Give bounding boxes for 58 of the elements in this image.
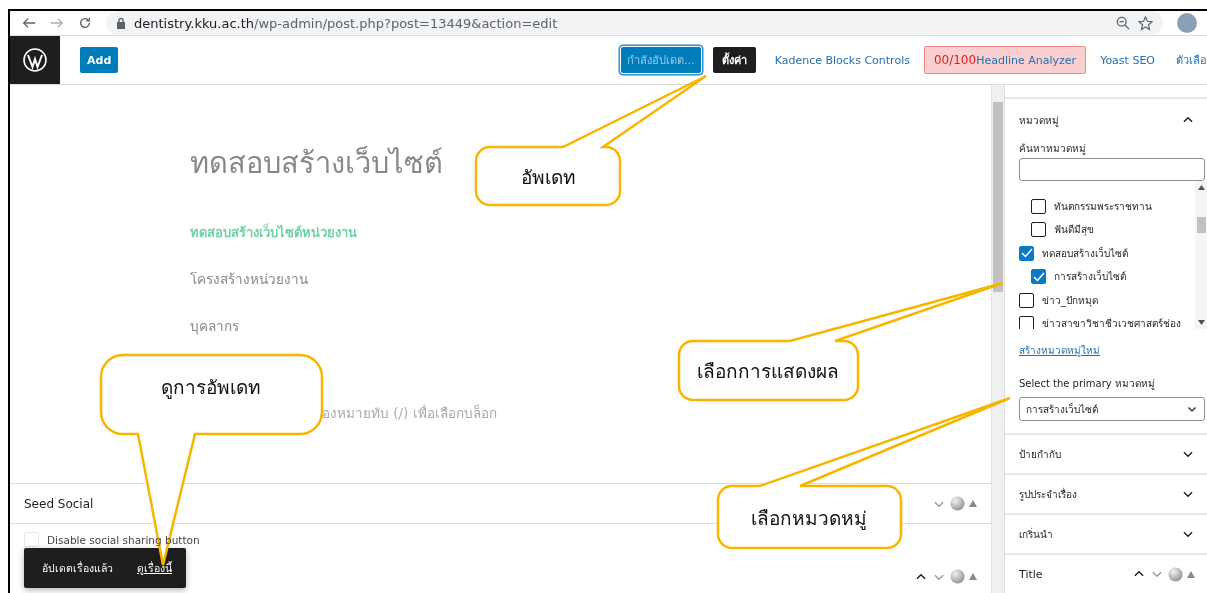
avatar-icon[interactable]: [1177, 13, 1197, 33]
category-label: ข่าวสาขาวิชาชีวเวชศาสตร์ช่อง: [1042, 317, 1181, 330]
ball-icon: [1168, 566, 1183, 582]
checkbox[interactable]: [1019, 292, 1034, 308]
checkbox[interactable]: [1019, 316, 1034, 330]
panel-title[interactable]: รูปประจำเรื่อง: [1019, 486, 1077, 502]
address-bar[interactable]: dentistry.kku.ac.th/wp-admin/post.php?post=13449&action=edit: [106, 11, 1163, 35]
checkbox[interactable]: [1031, 269, 1046, 285]
triangle-up-icon[interactable]: [1187, 570, 1195, 578]
primary-category-select[interactable]: การสร้างเว็บไซต์: [1019, 397, 1205, 422]
url-text: dentistry.kku.ac.th/wp-admin/post.php?post=13449&action=edit: [134, 15, 558, 31]
category-label: ข่าว_ปักหมุด: [1042, 293, 1098, 308]
meta-box-title: Title: [1019, 567, 1043, 581]
wordpress-logo-icon[interactable]: [10, 36, 60, 84]
lock-icon: [116, 17, 126, 29]
star-icon[interactable]: [1138, 15, 1153, 31]
notice-message: อัปเดตเรื่องแล้ว: [42, 560, 113, 576]
triangle-up-icon[interactable]: [969, 500, 977, 507]
checkbox[interactable]: [1031, 198, 1046, 214]
field-label: Select the primary หมวดหมู่: [1019, 377, 1156, 392]
category-search-field[interactable]: [1019, 158, 1205, 182]
add-category-link[interactable]: สร้างหมวดหมู่ใหม่: [1019, 343, 1100, 359]
scrollbar-thumb[interactable]: [1196, 217, 1206, 234]
panel-title[interactable]: ป้ายกำกับ: [1019, 446, 1061, 462]
category-label: การสร้างเว็บไซต์: [1054, 269, 1126, 285]
meta-box-title: Seed Social: [24, 496, 95, 511]
settings-button[interactable]: ตั้งค่า: [712, 47, 756, 73]
callout-text: เลือกหมวดหมู่: [751, 507, 867, 529]
add-block-button[interactable]: Add: [80, 47, 119, 73]
ball-icon: [950, 496, 965, 511]
callout-text: เลือกการแสดงผล: [697, 360, 839, 382]
paragraph-text[interactable]: บุคลากร: [190, 315, 239, 337]
panel-title[interactable]: หมวดหมู่: [1019, 112, 1059, 128]
scrollbar[interactable]: [991, 85, 1004, 593]
category-label: ฟันดีมีสุข: [1054, 223, 1094, 238]
list-scrollbar[interactable]: [1195, 181, 1207, 330]
scroll-down-arrow-icon[interactable]: [1197, 320, 1205, 326]
paragraph-text[interactable]: โครงสร้างหน่วยงาน: [190, 268, 308, 290]
checkbox[interactable]: [1031, 222, 1046, 238]
back-arrow-icon[interactable]: [22, 16, 36, 30]
toolbar-link[interactable]: ตัวเลือ: [1169, 47, 1207, 73]
reload-icon[interactable]: [78, 16, 92, 30]
checkbox[interactable]: [1019, 245, 1034, 261]
panel-title[interactable]: เกริ่นนำ: [1019, 526, 1053, 542]
toolbar-link[interactable]: Yoast SEO: [1093, 47, 1162, 73]
triangle-up-icon[interactable]: [969, 573, 977, 580]
category-label: ทดสอบสร้างเว็บไซต์: [1042, 245, 1128, 261]
scroll-up-arrow-icon[interactable]: [1197, 185, 1205, 191]
post-title[interactable]: ทดสอบสร้างเว็บไซต์: [190, 140, 443, 186]
zoom-out-icon[interactable]: [1116, 16, 1130, 30]
headline-analyzer-button[interactable]: 00/100Headline Analyzer: [923, 46, 1087, 74]
toolbar-link[interactable]: Kadence Blocks Controls: [767, 47, 917, 73]
view-post-link[interactable]: ดูเรื่องนี้: [137, 559, 172, 577]
ball-icon: [950, 569, 965, 584]
field-label: ค้นหาหมวดหมู่: [1019, 142, 1087, 157]
category-label: ทันตกรรมพระราชทาน: [1054, 199, 1152, 214]
callout-text: ดูการอัพเดท: [161, 376, 261, 398]
callout-text: อัพเดท: [520, 166, 576, 188]
